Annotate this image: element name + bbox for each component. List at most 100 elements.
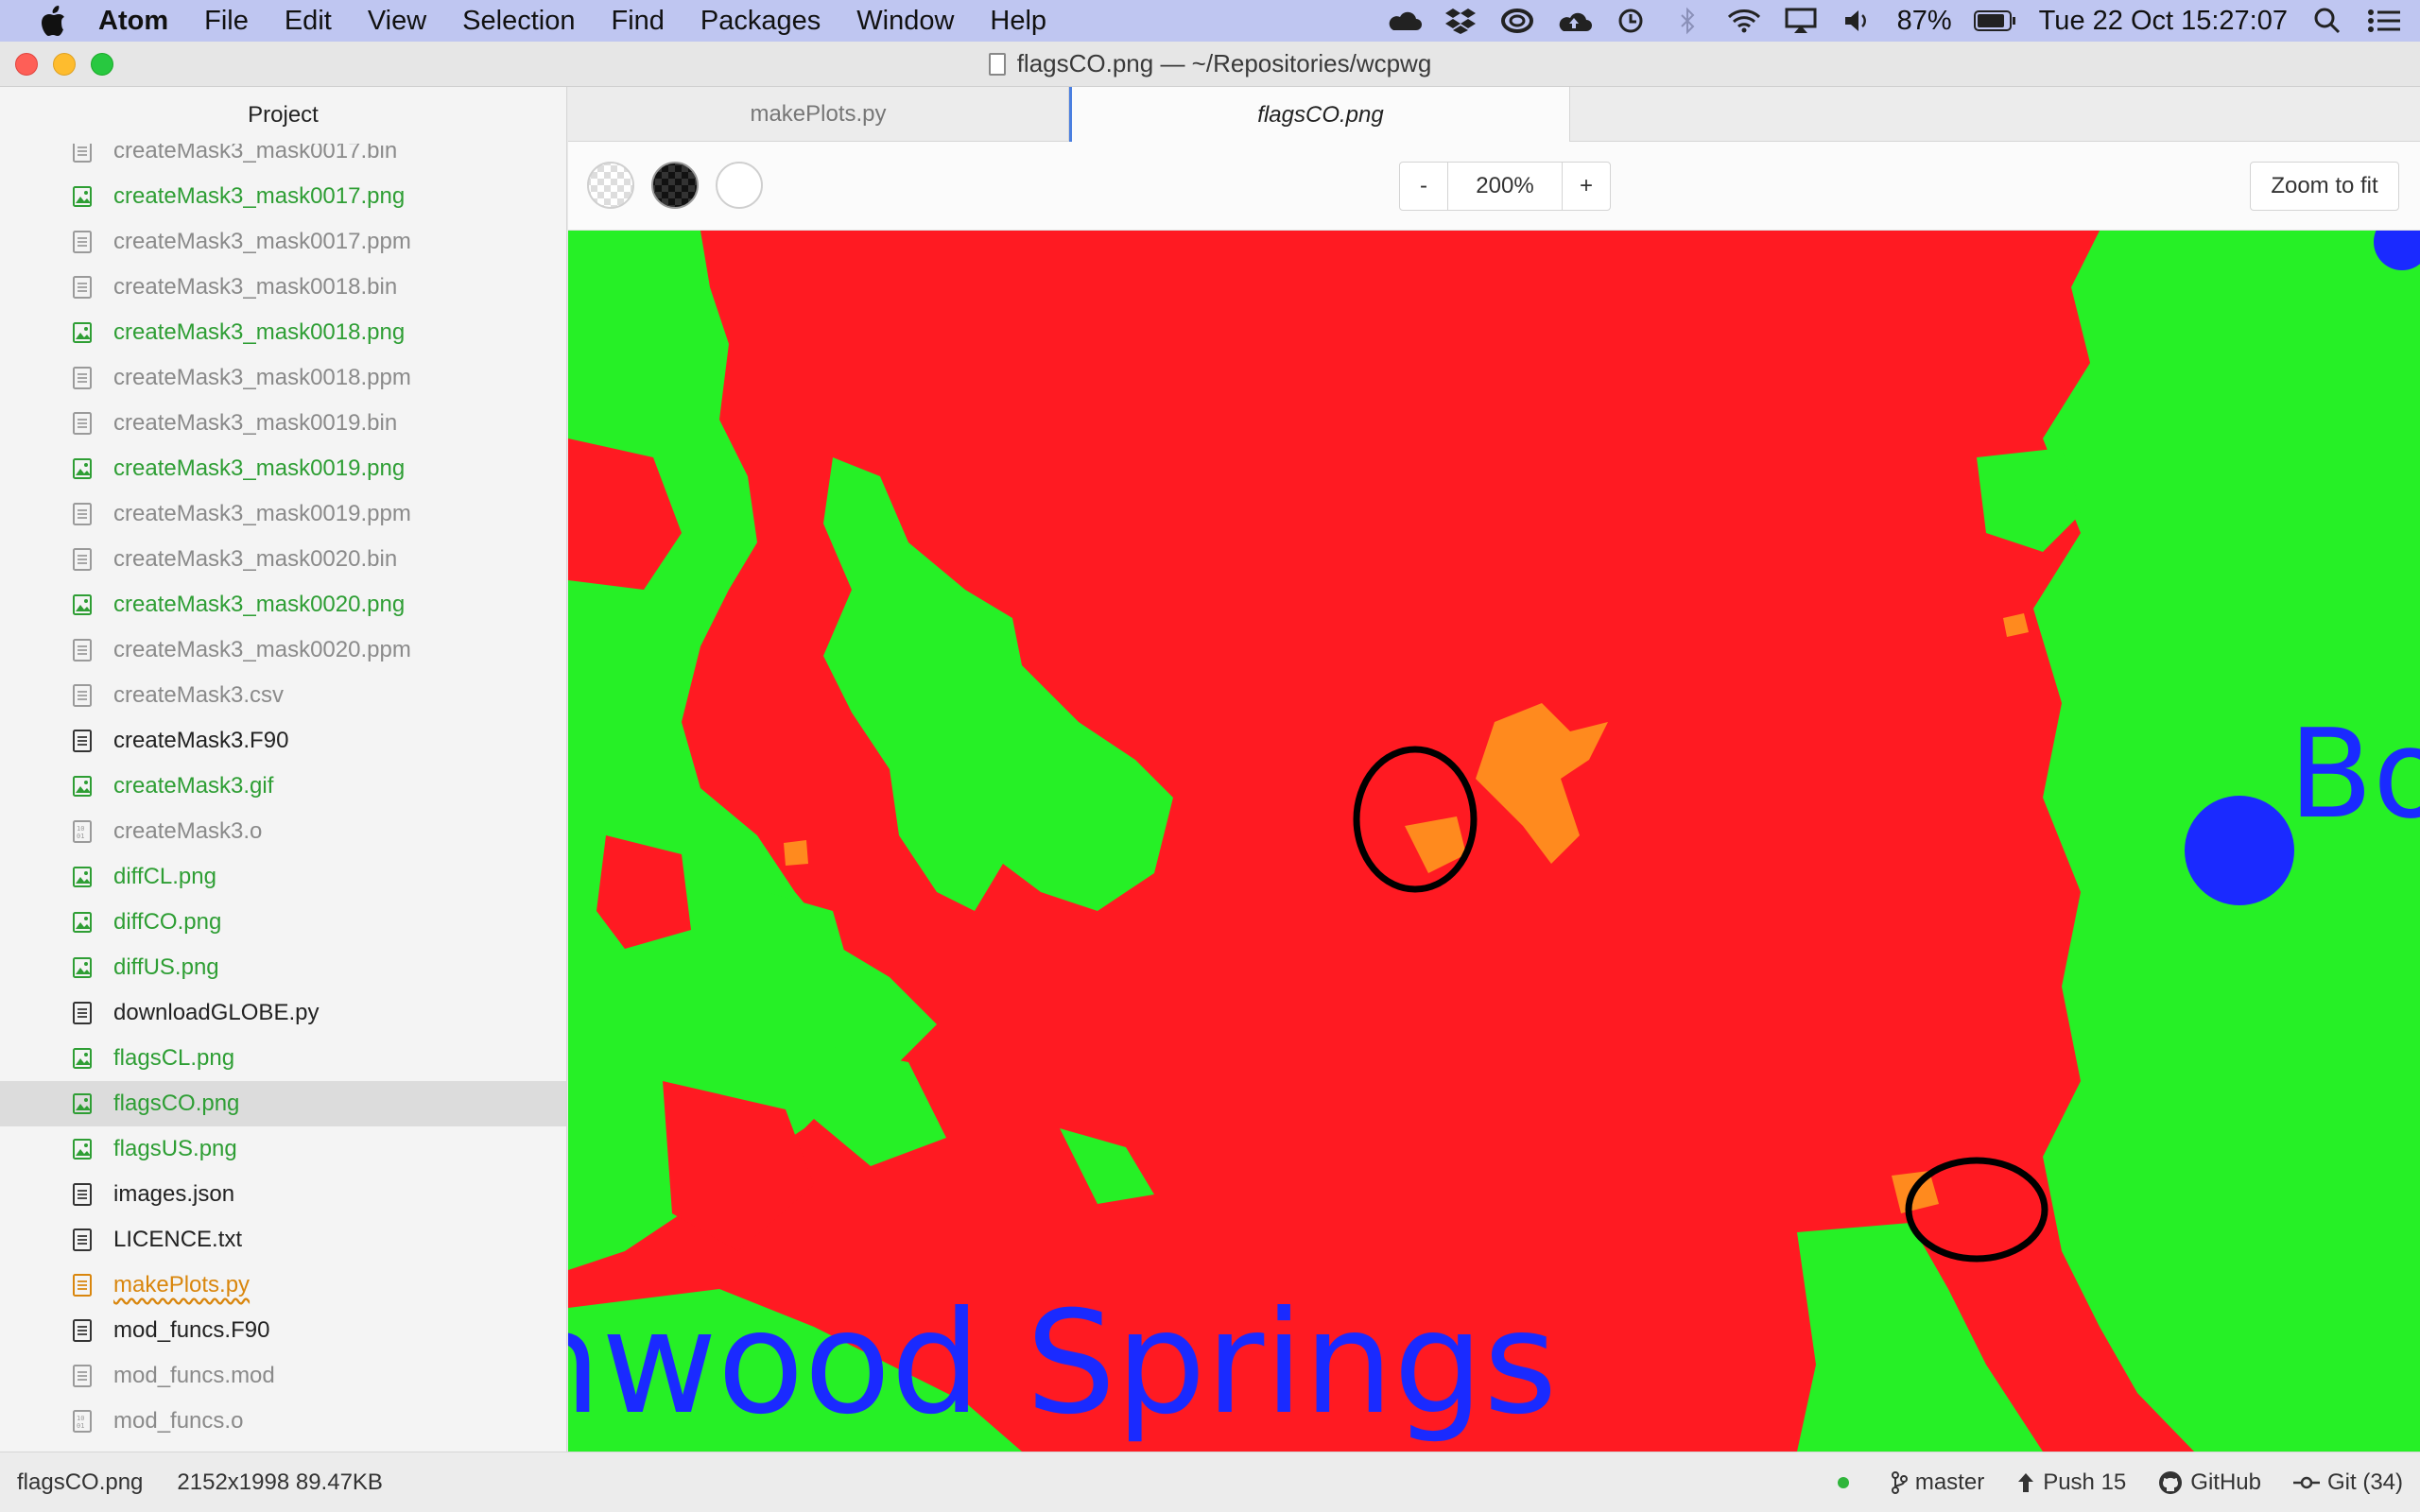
github-icon [2159, 1470, 2183, 1494]
branch-selector[interactable]: master [1891, 1469, 1984, 1496]
file-tree-item[interactable]: diffCL.png [0, 854, 566, 900]
file-tree-item[interactable]: createMask3_mask0018.bin [0, 265, 566, 310]
spotlight-search-icon[interactable] [2308, 7, 2346, 35]
menu-edit[interactable]: Edit [285, 6, 332, 37]
project-panel-header: Project [0, 87, 566, 144]
tab-makeplots[interactable]: makePlots.py [568, 87, 1069, 142]
file-tree-item[interactable]: createMask3_mask0018.ppm [0, 355, 566, 401]
file-tree-item[interactable]: createMask3_mask0019.bin [0, 401, 566, 446]
file-tree-item[interactable]: createMask3_mask0019.ppm [0, 491, 566, 537]
file-tree-item[interactable]: images.json [0, 1172, 566, 1217]
window-titlebar[interactable]: flagsCO.png — ~/Repositories/wcpwg [0, 42, 2420, 87]
battery-percent: 87% [1896, 5, 1952, 36]
github-panel-button[interactable]: GitHub [2158, 1469, 2261, 1496]
volume-icon[interactable] [1839, 7, 1876, 35]
text-file-icon [72, 730, 93, 752]
svg-text:01: 01 [77, 1422, 84, 1430]
zoom-to-fit-button[interactable]: Zoom to fit [2250, 162, 2399, 211]
transparent-background-button[interactable] [587, 162, 634, 209]
airplay-icon[interactable] [1782, 7, 1820, 35]
file-tree-item[interactable]: mod_funcs.mod [0, 1353, 566, 1399]
push-label: Push 15 [2043, 1469, 2127, 1495]
zoom-out-button[interactable]: - [1400, 163, 1447, 210]
zoom-window-button[interactable] [91, 53, 113, 76]
git-panel-button[interactable]: Git (34) [2292, 1469, 2403, 1496]
menu-view[interactable]: View [368, 6, 426, 37]
image-canvas[interactable]: nwood Springs Bo [568, 231, 2420, 1452]
black-background-button[interactable] [651, 162, 699, 209]
file-tree-item-label: createMask3.F90 [113, 728, 289, 753]
minimize-window-button[interactable] [53, 53, 76, 76]
creative-cloud-icon[interactable] [1498, 7, 1536, 35]
file-tree-item[interactable]: mod_funcs.F90 [0, 1308, 566, 1353]
notification-center-icon[interactable] [2365, 7, 2403, 35]
menu-packages[interactable]: Packages [700, 6, 821, 37]
white-background-button[interactable] [716, 162, 763, 209]
zoom-level[interactable]: 200% [1447, 163, 1563, 210]
menu-status-area: 87% Tue 22 Oct 15:27:07 [1375, 0, 2420, 42]
zoom-in-button[interactable]: + [1563, 163, 1610, 210]
file-tree-item[interactable]: createMask3_mask0020.ppm [0, 627, 566, 673]
text-file-icon [72, 1365, 93, 1387]
file-tree-item[interactable]: createMask3_mask0020.bin [0, 537, 566, 582]
file-tree-item[interactable]: createMask3_mask0020.png [0, 582, 566, 627]
status-filename[interactable]: flagsCO.png [17, 1469, 143, 1496]
status-image-info: 2152x1998 89.47KB [177, 1469, 383, 1495]
file-tree-item[interactable]: makePlots.py [0, 1263, 566, 1308]
file-tree-item[interactable]: diffUS.png [0, 945, 566, 990]
file-tree-item[interactable]: createMask3_mask0019.png [0, 446, 566, 491]
menu-find[interactable]: Find [611, 6, 664, 37]
binary-file-icon: 10 01 [72, 820, 93, 843]
file-tree-item[interactable]: createMask3_mask0017.ppm [0, 219, 566, 265]
time-machine-icon[interactable] [1612, 7, 1650, 35]
file-tree-item[interactable]: createMask3.gif [0, 764, 566, 809]
menu-help[interactable]: Help [990, 6, 1046, 37]
file-tree-item-label: createMask3_mask0020.bin [113, 546, 398, 572]
text-file-icon [72, 503, 93, 525]
file-tree-item[interactable]: createMask3.F90 [0, 718, 566, 764]
file-tree-item[interactable]: createMask3.csv [0, 673, 566, 718]
svg-text:01: 01 [77, 833, 84, 840]
cloud-upload-icon[interactable] [1555, 7, 1593, 35]
menu-selection[interactable]: Selection [462, 6, 575, 37]
status-bar-right: master Push 15 GitHub Git (34) [1837, 1469, 2403, 1496]
file-tree-item[interactable]: flagsCO.png [0, 1081, 566, 1126]
file-tree-item[interactable]: diffCO.png [0, 900, 566, 945]
file-tree-item-label: createMask3.csv [113, 682, 285, 708]
cloud-icon[interactable] [1385, 7, 1423, 35]
window-title-text: flagsCO.png — ~/Repositories/wcpwg [1016, 49, 1432, 77]
file-tree-item-label: createMask3.gif [113, 773, 274, 799]
image-file-icon [72, 866, 93, 888]
flags-image: nwood Springs Bo [568, 231, 2420, 1452]
menu-window[interactable]: Window [856, 6, 954, 37]
file-tree-item[interactable]: LICENCE.txt [0, 1217, 566, 1263]
file-tree-item-label: LICENCE.txt [113, 1227, 243, 1252]
text-file-icon [72, 639, 93, 662]
menu-app[interactable]: Atom [98, 6, 168, 37]
github-label: GitHub [2190, 1469, 2261, 1495]
close-window-button[interactable] [15, 53, 38, 76]
tab-flagsco[interactable]: flagsCO.png [1069, 87, 1570, 143]
file-tree-item[interactable]: flagsCL.png [0, 1036, 566, 1081]
file-tree-item[interactable]: flagsUS.png [0, 1126, 566, 1172]
file-tree-item[interactable]: 10 01 createMask3.o [0, 809, 566, 854]
file-tree-item[interactable]: createMask3_mask0018.png [0, 310, 566, 355]
wifi-icon[interactable] [1725, 7, 1763, 35]
text-file-icon [72, 412, 93, 435]
file-tree-item-label: createMask3_mask0017.ppm [113, 229, 411, 254]
file-tree-item-label: diffUS.png [113, 954, 219, 980]
branch-name: master [1914, 1469, 1985, 1495]
menu-bar: Atom File Edit View Selection Find Packa… [0, 0, 2420, 42]
file-tree-item[interactable]: downloadGLOBE.py [0, 990, 566, 1036]
battery-icon[interactable] [1973, 7, 2018, 35]
dropbox-icon[interactable] [1442, 7, 1479, 35]
apple-icon[interactable] [36, 4, 70, 38]
git-commit-icon [2292, 1476, 2320, 1488]
file-tree-item[interactable]: 10 01 mod_funcs.o [0, 1399, 566, 1444]
git-label: Git (34) [2326, 1469, 2403, 1495]
bluetooth-icon[interactable] [1668, 7, 1706, 35]
menu-file[interactable]: File [204, 6, 249, 37]
clock[interactable]: Tue 22 Oct 15:27:07 [2039, 6, 2288, 37]
file-tree-item[interactable]: createMask3_mask0017.png [0, 174, 566, 219]
push-button[interactable]: Push 15 [2016, 1469, 2126, 1496]
